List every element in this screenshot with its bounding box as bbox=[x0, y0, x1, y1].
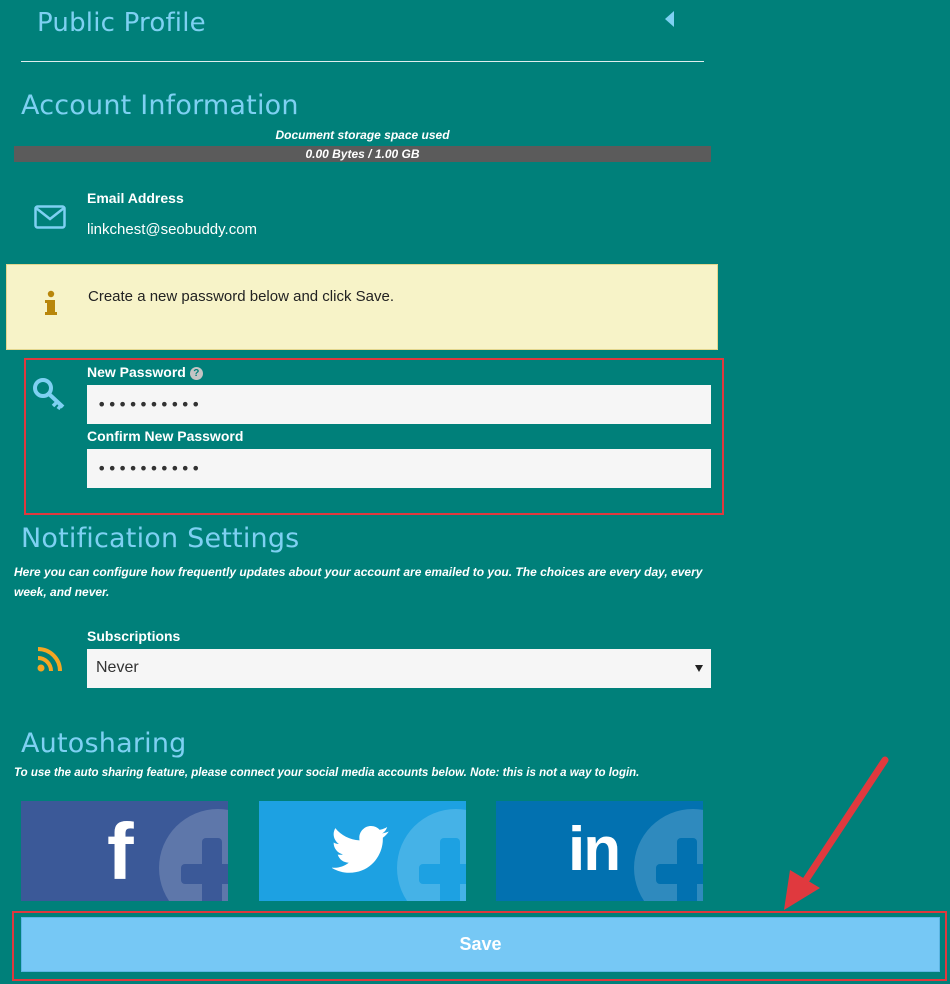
account-information-title: Account Information bbox=[21, 90, 299, 121]
email-address-label: Email Address bbox=[87, 190, 184, 206]
new-password-input[interactable] bbox=[87, 385, 711, 424]
save-button[interactable]: Save bbox=[21, 917, 940, 972]
section-divider bbox=[21, 61, 704, 62]
new-password-label: New Password? bbox=[87, 364, 203, 380]
twitter-icon bbox=[331, 826, 390, 879]
plus-icon-v bbox=[440, 838, 460, 901]
linkedin-icon: in bbox=[568, 815, 621, 884]
notification-description: Here you can configure how frequently up… bbox=[14, 565, 703, 599]
subscriptions-selected-value: Never bbox=[96, 659, 139, 676]
linkedin-connect-button[interactable]: in bbox=[496, 801, 703, 901]
chevron-down-icon bbox=[695, 665, 703, 672]
twitter-connect-button[interactable] bbox=[259, 801, 466, 901]
autosharing-description: To use the auto sharing feature, please … bbox=[14, 767, 640, 779]
plus-icon-v bbox=[202, 838, 222, 901]
rss-icon bbox=[37, 646, 65, 677]
key-icon bbox=[33, 378, 67, 415]
password-notice-box bbox=[6, 264, 718, 350]
confirm-password-input[interactable] bbox=[87, 449, 711, 488]
notification-settings-title: Notification Settings bbox=[21, 523, 300, 554]
storage-progress-bar: 0.00 Bytes / 1.00 GB bbox=[14, 146, 711, 162]
email-address-value: linkchest@seobuddy.com bbox=[87, 221, 258, 238]
storage-usage-text: 0.00 Bytes / 1.00 GB bbox=[305, 147, 420, 161]
info-icon bbox=[44, 290, 58, 323]
autosharing-title: Autosharing bbox=[21, 728, 187, 759]
password-notice-text: Create a new password below and click Sa… bbox=[88, 288, 394, 305]
storage-caption: Document storage space used bbox=[275, 128, 450, 142]
collapse-arrow-icon[interactable] bbox=[665, 11, 674, 27]
subscriptions-select[interactable]: Never bbox=[87, 649, 711, 688]
envelope-icon bbox=[34, 205, 66, 234]
new-password-label-text: New Password bbox=[87, 364, 186, 380]
confirm-password-label: Confirm New Password bbox=[87, 428, 244, 444]
red-arrow-annotation bbox=[770, 752, 900, 922]
help-icon[interactable]: ? bbox=[189, 367, 203, 380]
facebook-connect-button[interactable]: f bbox=[21, 801, 228, 901]
plus-icon-v bbox=[677, 838, 697, 901]
public-profile-title: Public Profile bbox=[37, 8, 206, 38]
facebook-icon: f bbox=[107, 807, 134, 896]
subscriptions-label: Subscriptions bbox=[87, 628, 181, 644]
